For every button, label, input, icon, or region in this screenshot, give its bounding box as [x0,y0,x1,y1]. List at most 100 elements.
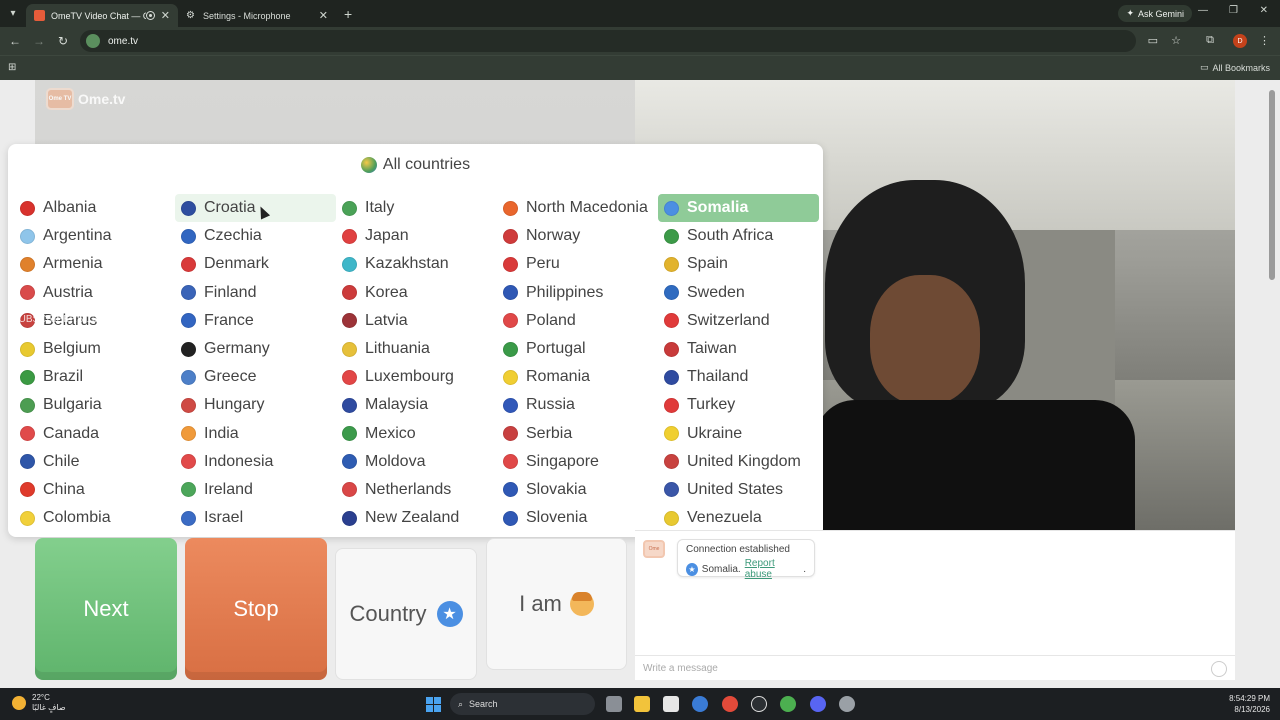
file-explorer-icon[interactable] [634,696,650,712]
page-scrollbar[interactable] [1268,80,1276,688]
country-option-hungary[interactable]: Hungary [175,391,336,419]
country-option-korea[interactable]: Korea [336,279,497,307]
bookmark-star-icon[interactable]: ☆ [1171,34,1181,47]
new-tab-button[interactable]: + [344,6,352,22]
profile-avatar[interactable]: D [1233,34,1247,48]
restore-icon[interactable]: ❐ [1229,5,1238,16]
close-tab-icon[interactable]: ✕ [319,9,328,22]
country-option-somalia[interactable]: Somalia [658,194,819,223]
tab-ometv[interactable]: OmeTV Video Chat — Ome ✕ [26,4,178,27]
country-option-japan[interactable]: Japan [336,222,497,250]
country-option-serbia[interactable]: Serbia [497,420,658,448]
country-option-chile[interactable]: Chile [14,448,175,476]
tab-search-icon[interactable]: ▾ [0,0,26,27]
extensions-icon[interactable]: ⧉ [1206,34,1214,47]
app-icon[interactable] [692,696,708,712]
reload-icon[interactable]: ↻ [51,34,75,48]
country-option-mexico[interactable]: Mexico [336,420,497,448]
country-option-united-kingdom[interactable]: United Kingdom [658,448,819,476]
stop-button[interactable]: Stop [185,538,327,680]
country-option-austria[interactable]: Austria [14,279,175,307]
tab-settings-microphone[interactable]: ⚙ Settings - Microphone ✕ [178,4,336,27]
ask-gemini-button[interactable]: ✦ Ask Gemini [1118,5,1192,22]
country-option-norway[interactable]: Norway [497,222,658,250]
country-option-albania[interactable]: Albania [14,194,175,222]
country-option-india[interactable]: India [175,420,336,448]
country-option-slovakia[interactable]: Slovakia [497,476,658,504]
country-option-spain[interactable]: Spain [658,250,819,278]
gender-button[interactable]: I am [486,538,627,670]
country-button[interactable]: Country ★ [335,548,477,680]
country-option-north-macedonia[interactable]: North Macedonia [497,194,658,222]
country-option-belgium[interactable]: Belgium [14,335,175,363]
country-option-luxembourg[interactable]: Luxembourg [336,363,497,391]
system-clock[interactable]: 8:54:29 PM 8/13/2026 [1229,693,1270,715]
country-option-thailand[interactable]: Thailand [658,363,819,391]
country-option-brazil[interactable]: Brazil [14,363,175,391]
store-icon[interactable] [663,696,679,712]
country-option-denmark[interactable]: Denmark [175,250,336,278]
all-bookmarks-button[interactable]: ▭ All Bookmarks [1200,62,1270,73]
report-abuse-link[interactable]: Report abuse [745,558,800,580]
country-option-china[interactable]: China [14,476,175,504]
country-option-switzerland[interactable]: Switzerland [658,307,819,335]
message-input[interactable]: Write a message [635,655,1235,681]
minimize-icon[interactable]: — [1198,5,1208,16]
country-option-portugal[interactable]: Portugal [497,335,658,363]
country-option-slovenia[interactable]: Slovenia [497,504,658,532]
chrome-icon[interactable] [722,696,738,712]
country-option-russia[interactable]: Russia [497,391,658,419]
country-option-netherlands[interactable]: Netherlands [336,476,497,504]
menu-icon[interactable]: ⋮ [1259,34,1270,47]
forward-icon[interactable]: → [27,34,51,48]
country-option-singapore[interactable]: Singapore [497,448,658,476]
settings-gear-icon[interactable] [839,696,855,712]
task-view-icon[interactable] [606,696,622,712]
country-option-united-states[interactable]: United States [658,476,819,504]
country-option-malaysia[interactable]: Malaysia [336,391,497,419]
weather-widget[interactable]: 22°C صافٍ غالبًا [12,693,66,713]
country-option-venezuela[interactable]: Venezuela [658,504,819,532]
country-option-colombia[interactable]: Colombia [14,504,175,532]
country-option-israel[interactable]: Israel [175,504,336,532]
country-option-italy[interactable]: Italy [336,194,497,222]
address-bar[interactable]: ome.tv [80,30,1136,52]
country-option-czechia[interactable]: Czechia [175,222,336,250]
windows-start-icon[interactable] [426,697,441,712]
country-option-turkey[interactable]: Turkey [658,391,819,419]
country-option-argentina[interactable]: Argentina [14,222,175,250]
country-option-latvia[interactable]: Latvia [336,307,497,335]
close-tab-icon[interactable]: ✕ [161,9,170,22]
country-option-greece[interactable]: Greece [175,363,336,391]
country-option-germany[interactable]: Germany [175,335,336,363]
country-option-finland[interactable]: Finland [175,279,336,307]
country-option-romania[interactable]: Romania [497,363,658,391]
taskbar-search[interactable]: ⌕ Search [450,693,595,715]
chrome-icon[interactable] [780,696,796,712]
country-option-armenia[interactable]: Armenia [14,250,175,278]
site-info-icon[interactable] [86,34,100,48]
country-option-ireland[interactable]: Ireland [175,476,336,504]
discord-icon[interactable] [810,696,826,712]
country-option-taiwan[interactable]: Taiwan [658,335,819,363]
country-option-bulgaria[interactable]: Bulgaria [14,391,175,419]
country-option-france[interactable]: France [175,307,336,335]
country-option-south-africa[interactable]: South Africa [658,222,819,250]
country-option-kazakhstan[interactable]: Kazakhstan [336,250,497,278]
country-option-canada[interactable]: Canada [14,420,175,448]
country-option-peru[interactable]: Peru [497,250,658,278]
country-option-philippines[interactable]: Philippines [497,279,658,307]
close-window-icon[interactable]: ✕ [1260,5,1268,16]
app-icon[interactable] [751,696,767,712]
country-option-lithuania[interactable]: Lithuania [336,335,497,363]
cast-icon[interactable]: ▭ [1148,34,1158,47]
country-option-poland[interactable]: Poland [497,307,658,335]
country-option-moldova[interactable]: Moldova [336,448,497,476]
apps-grid-icon[interactable]: ⊞ [8,62,16,73]
country-option-indonesia[interactable]: Indonesia [175,448,336,476]
country-option-sweden[interactable]: Sweden [658,279,819,307]
scrollbar-thumb[interactable] [1269,90,1275,280]
next-button[interactable]: Next [35,538,177,680]
emoji-icon[interactable] [1211,661,1227,677]
back-icon[interactable]: ← [3,34,27,48]
